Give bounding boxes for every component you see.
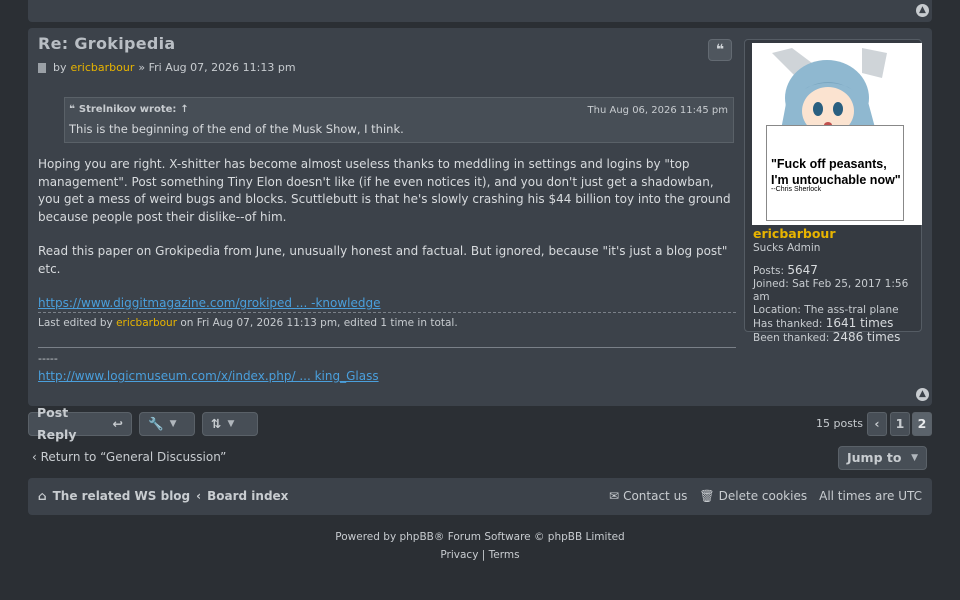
profile-username[interactable]: ericbarbour [753, 226, 835, 241]
profile-rank: Sucks Admin [753, 242, 821, 254]
return-to-forum-link[interactable]: ‹ Return to “General Discussion” [32, 450, 226, 464]
copyright-footer: Powered by phpBB® Forum Software © phpBB… [0, 528, 960, 564]
post-reply-button[interactable]: Post Reply ↩ [28, 405, 132, 442]
trash-icon: 🗑 [699, 489, 715, 503]
profile-stats: Posts: 5647 Joined: Sat Feb 25, 2017 1:5… [753, 264, 921, 345]
profile-joined: Joined: Sat Feb 25, 2017 1:56 am [753, 278, 909, 303]
edit-prefix: Last edited by [38, 317, 113, 329]
quote-header: ❝ Strelnikov wrote: ↑ [69, 104, 189, 115]
powered-by: Powered by phpBB® Forum Software © phpBB… [335, 531, 625, 543]
quote-button[interactable]: ❝ [708, 39, 732, 61]
delete-cookies-label: Delete cookies [718, 489, 808, 503]
jump-to-label: Jump to [847, 450, 902, 465]
contact-us-label: Contact us [623, 489, 688, 503]
author-profile: "Fuck off peasants, I'm untouchable now"… [744, 39, 922, 344]
post-container: Re: Grokipedia by ericbarbour » Fri Aug … [28, 28, 932, 406]
signature-divider [38, 347, 736, 348]
chevron-down-icon: ▼ [911, 453, 918, 463]
post-author-link[interactable]: ericbarbour [71, 61, 135, 74]
topic-tools-button[interactable]: 🔧 ▼ [139, 412, 195, 436]
profile-has-thanked-value[interactable]: 1641 times [826, 316, 894, 330]
chevron-down-icon: ▼ [169, 419, 177, 429]
post-body: Hoping you are right. X-shitter has beco… [38, 156, 738, 330]
profile-posts-label: Posts: [753, 265, 784, 277]
quote-text: This is the beginning of the end of the … [69, 122, 404, 136]
post-reply-label: Post Reply [37, 405, 77, 442]
profile-been-thanked-label: Been thanked: [753, 332, 830, 344]
avatar-puzzle-piece-right [862, 48, 887, 78]
quote-marks-icon: ❝ [69, 104, 75, 115]
profile-posts: Posts: 5647 [753, 264, 921, 278]
post-date: » Fri Aug 07, 2026 11:13 pm [138, 61, 296, 74]
edit-user-link[interactable]: ericbarbour [116, 317, 177, 329]
previous-post-tail: ▲ [28, 0, 932, 22]
home-icon: ⌂ [38, 489, 47, 503]
avatar-eye-right [833, 102, 843, 116]
sort-options-button[interactable]: ⇅ ▼ [202, 412, 258, 436]
sort-icon: ⇅ [211, 416, 222, 431]
avatar-sign-text: "Fuck off peasants, I'm untouchable now" [771, 157, 901, 187]
page-2-current: 2 [912, 412, 932, 436]
profile-has-thanked-label: Has thanked: [753, 318, 823, 330]
post-paragraph-1: Hoping you are right. X-shitter has beco… [38, 157, 731, 224]
chevron-left-icon: ‹ [32, 450, 41, 464]
post-document-icon[interactable] [38, 62, 46, 73]
profile-been-thanked: Been thanked: 2486 times [753, 331, 921, 345]
jump-to-button[interactable]: Jump to ▼ [838, 446, 927, 470]
footer-navbar: ⌂ The related WS blog ‹ Board index ✉ Con… [28, 478, 932, 515]
signature-dashes: ----- [38, 352, 58, 365]
contact-us-link[interactable]: ✉ Contact us [609, 489, 687, 503]
post-title[interactable]: Re: Grokipedia [38, 34, 176, 53]
back-to-top-icon-post[interactable]: ▲ [916, 388, 929, 401]
quote-date: Thu Aug 06, 2026 11:45 pm [587, 105, 728, 116]
avatar-sign-attribution: --Chris Sherlock [771, 186, 822, 193]
previous-page-button[interactable]: ‹ [867, 412, 887, 436]
reply-arrow-icon: ↩ [112, 416, 123, 431]
legal-separator: | [481, 549, 486, 561]
breadcrumb-separator-icon: ‹ [196, 489, 202, 503]
quote-block: ❝ Strelnikov wrote: ↑ Thu Aug 06, 2026 1… [64, 97, 734, 143]
posts-count: 15 posts [816, 417, 863, 430]
footer-breadcrumb: ⌂ The related WS blog ‹ Board index [38, 489, 288, 503]
quote-source-arrow-icon[interactable]: ↑ [180, 104, 188, 115]
timezone-info: All times are UTC [819, 489, 922, 503]
page-1-button[interactable]: 1 [890, 412, 910, 436]
post-meta-by: by [53, 61, 67, 74]
chevron-down-icon: ▼ [227, 419, 235, 429]
terms-link[interactable]: Terms [489, 549, 520, 561]
post-paragraph-2: Read this paper on Grokipedia from June,… [38, 244, 728, 276]
avatar-sign: "Fuck off peasants, I'm untouchable now"… [766, 125, 904, 221]
edit-notice: Last edited by ericbarbour on Fri Aug 07… [38, 312, 736, 329]
return-link-label: Return to “General Discussion” [40, 450, 227, 464]
action-bar: Post Reply ↩ 🔧 ▼ ⇅ ▼ 15 posts ‹ 1 2 [28, 405, 932, 442]
avatar[interactable]: "Fuck off peasants, I'm untouchable now"… [752, 43, 922, 225]
edit-suffix: on Fri Aug 07, 2026 11:13 pm, edited 1 t… [180, 317, 458, 329]
delete-cookies-link[interactable]: 🗑 Delete cookies [699, 489, 807, 503]
profile-posts-value[interactable]: 5647 [787, 263, 818, 277]
wrench-icon: 🔧 [148, 416, 164, 431]
privacy-link[interactable]: Privacy [440, 549, 478, 561]
board-index-link[interactable]: Board index [207, 489, 288, 503]
legal-links: Privacy | Terms [0, 546, 960, 564]
avatar-eye-left [813, 102, 823, 116]
quote-author: Strelnikov wrote: [78, 104, 177, 115]
profile-has-thanked: Has thanked: 1641 times [753, 317, 921, 331]
post-external-link[interactable]: https://www.diggitmagazine.com/grokiped … [38, 296, 381, 310]
envelope-icon: ✉ [609, 489, 620, 503]
blog-link[interactable]: The related WS blog [53, 489, 191, 503]
signature-link[interactable]: http://www.logicmuseum.com/x/index.php/ … [38, 369, 379, 383]
profile-been-thanked-value[interactable]: 2486 times [833, 330, 901, 344]
footer-links: ✉ Contact us 🗑 Delete cookies All times ar… [609, 489, 922, 503]
back-to-top-icon[interactable]: ▲ [916, 4, 929, 17]
post-meta: by ericbarbour » Fri Aug 07, 2026 11:13 … [38, 61, 296, 74]
